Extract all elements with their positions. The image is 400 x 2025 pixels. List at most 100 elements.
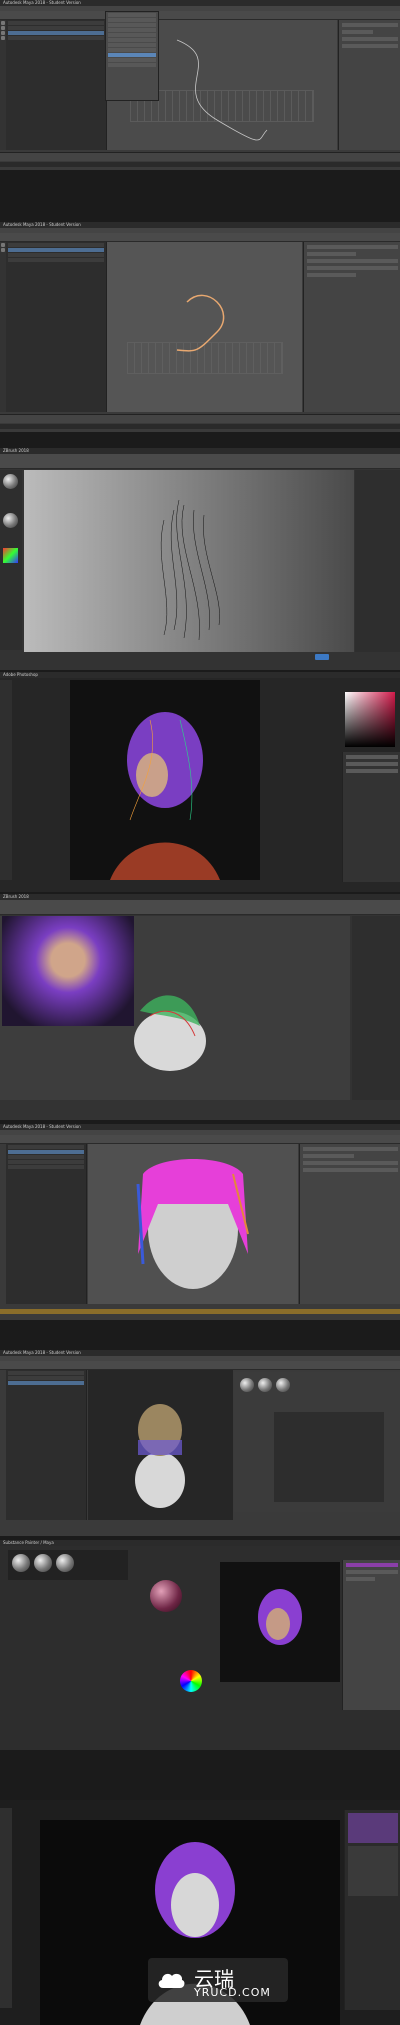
attribute-field[interactable] — [303, 1147, 398, 1151]
move-tool-icon[interactable] — [1, 26, 5, 30]
shelf-toolbar[interactable] — [0, 1361, 400, 1370]
zbrush-action-button[interactable] — [315, 654, 329, 660]
attribute-field[interactable] — [307, 259, 398, 263]
zbrush-top-shelf[interactable] — [0, 900, 400, 915]
brush-thumbnail[interactable] — [3, 474, 18, 489]
viewport-3d[interactable] — [107, 242, 302, 412]
layer-row[interactable] — [346, 762, 398, 766]
list-item[interactable] — [8, 1155, 84, 1159]
list-item[interactable] — [8, 253, 104, 257]
attribute-field[interactable] — [346, 1563, 398, 1567]
list-item[interactable] — [8, 31, 104, 35]
material-swatch[interactable] — [34, 1554, 52, 1572]
material-swatch[interactable] — [240, 1378, 254, 1392]
list-item[interactable] — [8, 26, 104, 30]
list-item[interactable] — [8, 36, 104, 40]
attribute-field[interactable] — [342, 44, 398, 48]
time-slider[interactable] — [0, 152, 400, 161]
menu-item[interactable] — [108, 28, 156, 32]
layer-row[interactable] — [346, 755, 398, 759]
color-wheel[interactable] — [180, 1670, 202, 1692]
zbrush-right-palette[interactable] — [355, 470, 400, 652]
list-item[interactable] — [8, 1165, 84, 1169]
outliner[interactable] — [6, 20, 107, 150]
list-item[interactable] — [8, 248, 104, 252]
select-tool-icon[interactable] — [1, 243, 5, 247]
outliner[interactable] — [6, 1144, 87, 1304]
zbrush-canvas[interactable] — [24, 470, 354, 652]
attribute-field[interactable] — [303, 1168, 398, 1172]
list-item[interactable] — [8, 258, 104, 262]
xgen-editor[interactable] — [299, 1144, 400, 1304]
list-item[interactable] — [8, 1381, 84, 1385]
menu-item[interactable] — [108, 18, 156, 22]
node-graph[interactable] — [274, 1412, 384, 1502]
attribute-editor[interactable] — [303, 242, 400, 412]
attribute-field[interactable] — [346, 1577, 375, 1581]
menu-item[interactable] — [108, 23, 156, 27]
shelf-toolbar[interactable] — [0, 233, 400, 242]
render-view[interactable] — [220, 1562, 340, 1682]
color-picker[interactable] — [3, 548, 18, 563]
menu-item[interactable] — [108, 53, 156, 57]
viewport-3d[interactable] — [88, 1144, 298, 1304]
shelf-toolbar[interactable] — [0, 1135, 400, 1144]
layers-panel[interactable] — [342, 752, 400, 882]
material-swatch[interactable] — [276, 1378, 290, 1392]
list-item[interactable] — [8, 1160, 84, 1164]
list-item[interactable] — [8, 1376, 84, 1380]
list-item[interactable] — [8, 21, 104, 25]
histogram-panel[interactable] — [344, 1810, 400, 2010]
command-line[interactable] — [0, 1309, 400, 1314]
ps-toolbar[interactable] — [0, 1808, 12, 2008]
hypershade-window[interactable] — [234, 1372, 400, 1512]
scale-tool-icon[interactable] — [1, 36, 5, 40]
command-line[interactable] — [0, 424, 400, 429]
generate-menu[interactable] — [105, 11, 159, 101]
curves-graph[interactable] — [348, 1846, 398, 1896]
time-slider[interactable] — [0, 414, 400, 423]
attribute-field[interactable] — [303, 1154, 354, 1158]
command-line[interactable] — [0, 162, 400, 167]
attribute-field[interactable] — [307, 245, 398, 249]
material-swatch[interactable] — [258, 1378, 272, 1392]
menu-item[interactable] — [108, 58, 156, 62]
attribute-field[interactable] — [307, 266, 398, 270]
move-tool-icon[interactable] — [1, 248, 5, 252]
attribute-field[interactable] — [342, 23, 398, 27]
select-tool-icon[interactable] — [1, 21, 5, 25]
material-thumbnail[interactable] — [3, 513, 18, 528]
render-view[interactable] — [88, 1370, 233, 1520]
attribute-field[interactable] — [307, 273, 356, 277]
rotate-tool-icon[interactable] — [1, 31, 5, 35]
outliner[interactable] — [6, 1370, 87, 1520]
list-item[interactable] — [8, 1371, 84, 1375]
menu-item[interactable] — [108, 63, 156, 67]
attribute-field[interactable] — [346, 1570, 398, 1574]
menu-item[interactable] — [108, 43, 156, 47]
list-item[interactable] — [8, 1150, 84, 1154]
attribute-editor[interactable] — [342, 1560, 400, 1710]
attribute-field[interactable] — [303, 1161, 398, 1165]
attribute-field[interactable] — [307, 252, 356, 256]
shelf-toolbar[interactable] — [0, 11, 400, 20]
ps-toolbar[interactable] — [0, 680, 12, 880]
outliner[interactable] — [6, 242, 107, 412]
attribute-field[interactable] — [342, 37, 398, 41]
ps-canvas[interactable] — [70, 680, 260, 880]
material-swatch[interactable] — [56, 1554, 74, 1572]
xgen-editor[interactable] — [338, 20, 400, 150]
list-item[interactable] — [8, 1145, 84, 1149]
menu-item[interactable] — [108, 38, 156, 42]
menu-item[interactable] — [108, 33, 156, 37]
list-item[interactable] — [8, 243, 104, 247]
material-swatch[interactable] — [12, 1554, 30, 1572]
zbrush-canvas[interactable] — [0, 916, 350, 1100]
attribute-field[interactable] — [342, 30, 373, 34]
material-library[interactable] — [8, 1550, 128, 1580]
layer-row[interactable] — [346, 769, 398, 773]
menu-item[interactable] — [108, 13, 156, 17]
color-picker[interactable] — [345, 692, 395, 747]
menu-item[interactable] — [108, 48, 156, 52]
zbrush-right-palette[interactable] — [352, 916, 400, 1100]
